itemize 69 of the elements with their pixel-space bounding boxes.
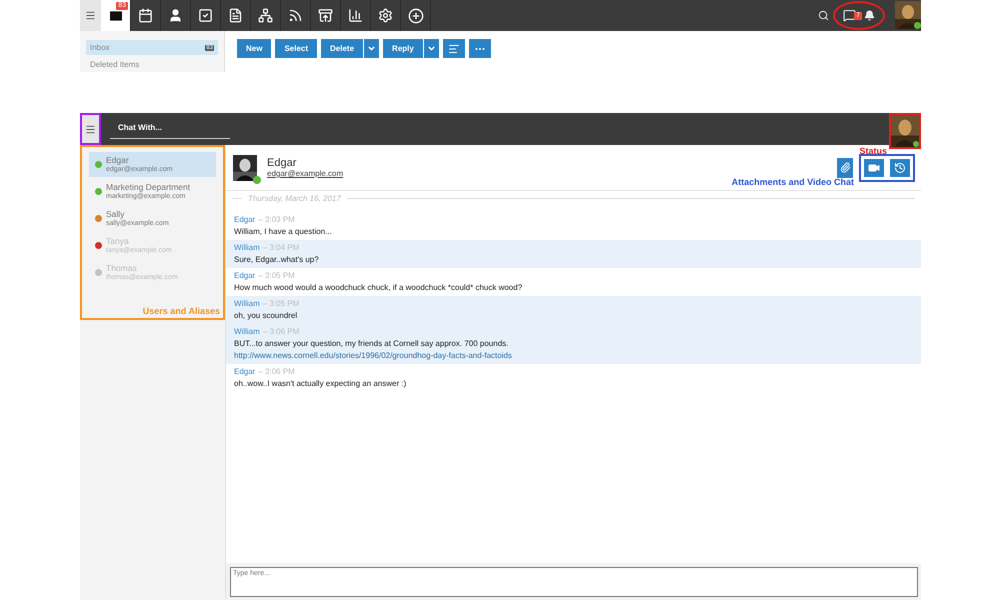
toolbar-button[interactable]: New <box>237 39 272 58</box>
toolbar-button[interactable]: Select <box>275 39 318 58</box>
message-author: William <box>234 243 260 252</box>
tray-icon <box>318 8 333 23</box>
toolbar-button[interactable]: Delete <box>321 39 364 58</box>
annotation-label: Attachments and Video Chat <box>732 177 854 187</box>
message-time: – 3:06 PM <box>262 327 300 336</box>
paperclip-icon <box>840 162 850 173</box>
history-button[interactable] <box>890 158 910 176</box>
contact-name: Edgar <box>267 157 298 169</box>
person-icon <box>168 8 183 23</box>
message-author: Edgar <box>234 367 256 376</box>
message-time: – 3:03 PM <box>258 215 295 224</box>
message-time: – 3:05 PM <box>262 299 300 308</box>
message-author: William <box>234 327 260 336</box>
message-time: – 3:05 PM <box>258 271 295 280</box>
checkbox-icon <box>198 8 213 23</box>
message-text: William, I have a question... <box>234 227 333 236</box>
plus-circle-icon <box>408 8 424 24</box>
message-text: BUT...to answer your question, my friends at Cornell say approx. 700 pounds. <box>234 339 510 348</box>
date-separator: Thursday, March 16, 2017 <box>248 194 341 203</box>
contact-name: Thomas <box>106 263 138 273</box>
message-time: – 3:06 PM <box>258 367 295 376</box>
annotation-label: Status <box>859 146 887 156</box>
dropdown-button[interactable] <box>424 39 439 58</box>
dropdown-button[interactable] <box>364 39 380 58</box>
search-icon <box>818 10 829 21</box>
message-link[interactable]: http://www.news.cornell.edu/stories/1996/02/groundhog-day-facts-and-factoids <box>234 351 913 360</box>
folder-item[interactable]: Deleted Items <box>86 57 218 72</box>
message-author: Edgar <box>234 215 256 224</box>
history-icon <box>894 162 906 174</box>
menu-button[interactable] <box>80 0 101 31</box>
calendar-icon <box>138 8 153 23</box>
email-link[interactable]: edgar@example.com <box>267 169 344 178</box>
contact-name: Tanya <box>106 236 130 246</box>
menu-icon <box>85 10 96 21</box>
contact-name: Edgar <box>106 155 130 165</box>
document-icon <box>228 8 243 23</box>
message-text: Sure, Edgar..what's up? <box>234 255 320 264</box>
message-text: oh..wow..I wasn't actually expecting an answer :) <box>234 379 408 388</box>
message-time: – 3:04 PM <box>262 243 300 252</box>
caret-icon <box>367 44 376 53</box>
chat-icon <box>843 9 856 22</box>
annotation-label: Users and Aliases <box>142 306 220 316</box>
message-author: Edgar <box>234 271 256 280</box>
contact-name: Marketing Department <box>106 182 190 192</box>
rss-icon <box>288 8 303 23</box>
message-text: How much wood would a woodchuck chuck, if a woodchuck *could* chuck wood? <box>234 283 524 292</box>
video-icon <box>868 162 880 174</box>
caret-icon <box>426 44 436 53</box>
bell-icon <box>864 10 875 21</box>
contact-name: Sally <box>106 209 126 219</box>
settings-icon <box>378 8 393 23</box>
toolbar-button[interactable]: Reply <box>383 39 423 58</box>
hierarchy-icon <box>258 8 273 23</box>
bar-chart-icon <box>348 8 363 23</box>
menu-button[interactable] <box>80 113 101 145</box>
attach-button[interactable] <box>837 158 853 178</box>
user-avatar[interactable] <box>895 1 921 29</box>
status-dot <box>253 176 261 184</box>
user-avatar[interactable] <box>889 113 921 149</box>
menu-icon <box>85 124 96 134</box>
sort-icon <box>448 42 460 54</box>
more-button[interactable] <box>468 39 491 58</box>
message-text: oh, you scoundrel <box>234 311 298 320</box>
sort-button[interactable] <box>442 39 465 58</box>
message-author: William <box>234 299 260 308</box>
chat-with-field[interactable]: Chat With... <box>110 119 230 139</box>
video-button[interactable] <box>864 158 884 176</box>
